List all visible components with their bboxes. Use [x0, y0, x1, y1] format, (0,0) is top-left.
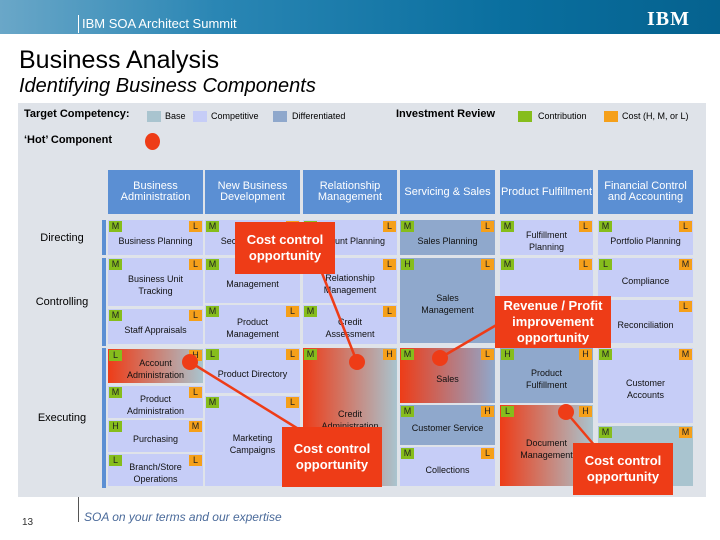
opportunity-callout: Revenue / Profit improvement opportunity [495, 296, 611, 348]
hot-component-dot-icon [182, 354, 198, 370]
opportunity-callout: Cost control opportunity [235, 222, 335, 274]
connector-line [318, 267, 359, 363]
hot-component-dot-icon [558, 404, 574, 420]
opportunity-callout: Cost control opportunity [282, 427, 382, 487]
opportunity-callout: Cost control opportunity [573, 443, 673, 495]
hot-component-dot-icon [432, 350, 448, 366]
connector-line [189, 360, 301, 432]
hot-component-dot-icon [349, 354, 365, 370]
